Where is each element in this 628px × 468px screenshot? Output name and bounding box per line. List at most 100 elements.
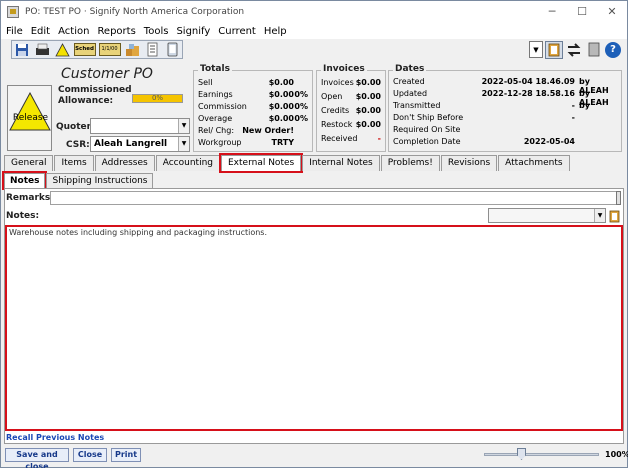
restock-value: $0.00 xyxy=(355,120,381,129)
invoices-row: Credits $0.00 xyxy=(321,106,381,117)
allowance-progress: 0% xyxy=(132,94,183,103)
invoices-row: Received - xyxy=(321,134,381,145)
subtab-notes[interactable]: Notes xyxy=(1,171,48,190)
notes-textarea[interactable]: Warehouse notes including shipping and p… xyxy=(5,225,623,431)
menu-current[interactable]: Current xyxy=(214,26,260,37)
totals-workgroup-label: Workgroup xyxy=(198,138,242,147)
credits-value: $0.00 xyxy=(355,106,381,115)
updated-by: by ALEAH xyxy=(579,89,609,107)
invoices-row: Restock $0.00 xyxy=(321,120,381,131)
totals-workgroup-pct xyxy=(294,138,308,149)
totals-commission-pct: 0% xyxy=(294,102,308,111)
remarks-input[interactable] xyxy=(50,191,617,205)
totals-relchg-pct xyxy=(294,126,308,137)
zoom-level: 100% xyxy=(605,450,628,459)
quoter-select[interactable]: ▼ xyxy=(90,118,190,134)
tab-items[interactable]: Items xyxy=(54,155,94,171)
created-by: by ALEAH xyxy=(579,77,609,95)
credits-label: Credits xyxy=(321,106,350,115)
allowance-label: Allowance: xyxy=(58,96,114,106)
minimize-button[interactable]: ─ xyxy=(537,1,567,23)
dates-row: Completion Date 2022-05-04 xyxy=(393,137,617,148)
tab-addresses[interactable]: Addresses xyxy=(94,155,155,171)
toolbar: Sched 1/1/00 ▼ ? xyxy=(1,39,627,61)
zoom-slider-thumb[interactable] xyxy=(517,448,526,460)
tablet-icon[interactable] xyxy=(163,41,181,58)
document-stack-icon[interactable] xyxy=(143,41,161,58)
transfer-icon[interactable] xyxy=(565,41,583,59)
maximize-button[interactable]: ☐ xyxy=(567,1,597,23)
totals-overage-value: $0.00 xyxy=(268,114,294,123)
menu-edit[interactable]: Edit xyxy=(27,26,54,37)
warning-icon[interactable] xyxy=(53,41,71,58)
totals-group: Totals Sell $0.00 Earnings $0.00 0% Commiss… xyxy=(193,64,313,152)
menu-action[interactable]: Action xyxy=(54,26,93,37)
tab-problems[interactable]: Problems! xyxy=(380,155,440,171)
totals-row: Workgroup TRTY xyxy=(198,138,308,149)
created-label: Created xyxy=(393,77,425,86)
completion-date-value: 2022-05-04 xyxy=(523,137,575,146)
dates-title: Dates xyxy=(393,64,427,74)
chevron-down-icon[interactable]: ▼ xyxy=(178,137,189,151)
csr-select[interactable]: Aleah Langrell ▼ xyxy=(90,136,190,152)
tab-accounting[interactable]: Accounting xyxy=(155,155,220,171)
menu-signify[interactable]: Signify xyxy=(172,26,214,37)
invoices-title: Invoices xyxy=(321,64,367,74)
app-icon xyxy=(7,6,19,18)
totals-row: Rel/ Chg: New Order! xyxy=(198,126,308,137)
menu-file[interactable]: File xyxy=(1,26,27,37)
menu-tools[interactable]: Tools xyxy=(140,26,173,37)
tab-internal-notes[interactable]: Internal Notes xyxy=(302,155,380,171)
updated-label: Updated xyxy=(393,89,428,98)
close-button[interactable]: Close xyxy=(73,448,107,462)
sub-tabs: Notes Shipping Instructions xyxy=(1,171,154,190)
totals-earnings-label: Earnings xyxy=(198,90,233,99)
dont-ship-before-value: - xyxy=(571,113,575,122)
totals-earnings-pct: 0% xyxy=(294,90,308,99)
book-icon[interactable] xyxy=(585,41,603,59)
tab-external-notes[interactable]: External Notes xyxy=(218,153,304,173)
view-select[interactable]: ▼ xyxy=(529,41,543,58)
tab-revisions[interactable]: Revisions xyxy=(440,155,498,171)
menu-reports[interactable]: Reports xyxy=(93,26,139,37)
recall-previous-notes-link[interactable]: Recall Previous Notes xyxy=(6,433,104,442)
menu-help[interactable]: Help xyxy=(260,26,291,37)
remarks-scroll[interactable] xyxy=(616,191,621,205)
totals-commission-label: Commission xyxy=(198,102,247,111)
clipboard-icon[interactable] xyxy=(545,40,563,59)
print-button[interactable]: Print xyxy=(111,448,141,462)
totals-row: Sell $0.00 xyxy=(198,78,308,89)
updated-value: 2022-12-28 18.58.16 xyxy=(481,89,575,98)
tab-general[interactable]: General xyxy=(4,155,54,171)
schedule-label: Sched xyxy=(73,43,96,56)
clipboard-icon[interactable] xyxy=(608,208,620,223)
zoom-slider-track[interactable] xyxy=(484,453,599,456)
notes-label: Notes: xyxy=(6,211,40,221)
schedule-button[interactable]: Sched xyxy=(73,41,96,58)
dates-row: Don't Ship Before - xyxy=(393,113,617,124)
totals-sell-pct xyxy=(294,78,308,89)
notes-template-select[interactable]: ▼ xyxy=(488,208,606,223)
tab-attachments[interactable]: Attachments xyxy=(498,155,570,171)
date-button[interactable]: 1/1/00 xyxy=(98,41,121,58)
totals-overage-label: Overage xyxy=(198,114,233,123)
invoices-value: $0.00 xyxy=(355,78,381,87)
subtab-shipping-instructions[interactable]: Shipping Instructions xyxy=(46,173,154,188)
help-icon[interactable]: ? xyxy=(605,41,621,58)
release-button[interactable]: Release xyxy=(7,85,52,151)
open-value: $0.00 xyxy=(355,92,381,101)
transmitted-by: by xyxy=(579,101,590,110)
chevron-down-icon[interactable]: ▼ xyxy=(594,209,605,222)
save-and-close-button[interactable]: Save and close xyxy=(5,448,69,468)
chevron-down-icon[interactable]: ▼ xyxy=(178,119,189,133)
save-icon[interactable] xyxy=(13,41,31,58)
totals-workgroup-value: TRTY xyxy=(271,138,294,147)
fax-icon[interactable] xyxy=(33,41,51,58)
totals-sell-label: Sell xyxy=(198,78,213,87)
main-tabs: General Items Addresses Accounting Exter… xyxy=(4,153,571,173)
remarks-label: Remarks: xyxy=(6,193,54,203)
dont-ship-before-label: Don't Ship Before xyxy=(393,113,464,122)
boxes-icon[interactable] xyxy=(123,41,141,58)
close-window-button[interactable]: ✕ xyxy=(597,1,627,23)
dates-row: Updated 2022-12-28 18.58.16 by ALEAH xyxy=(393,89,617,107)
